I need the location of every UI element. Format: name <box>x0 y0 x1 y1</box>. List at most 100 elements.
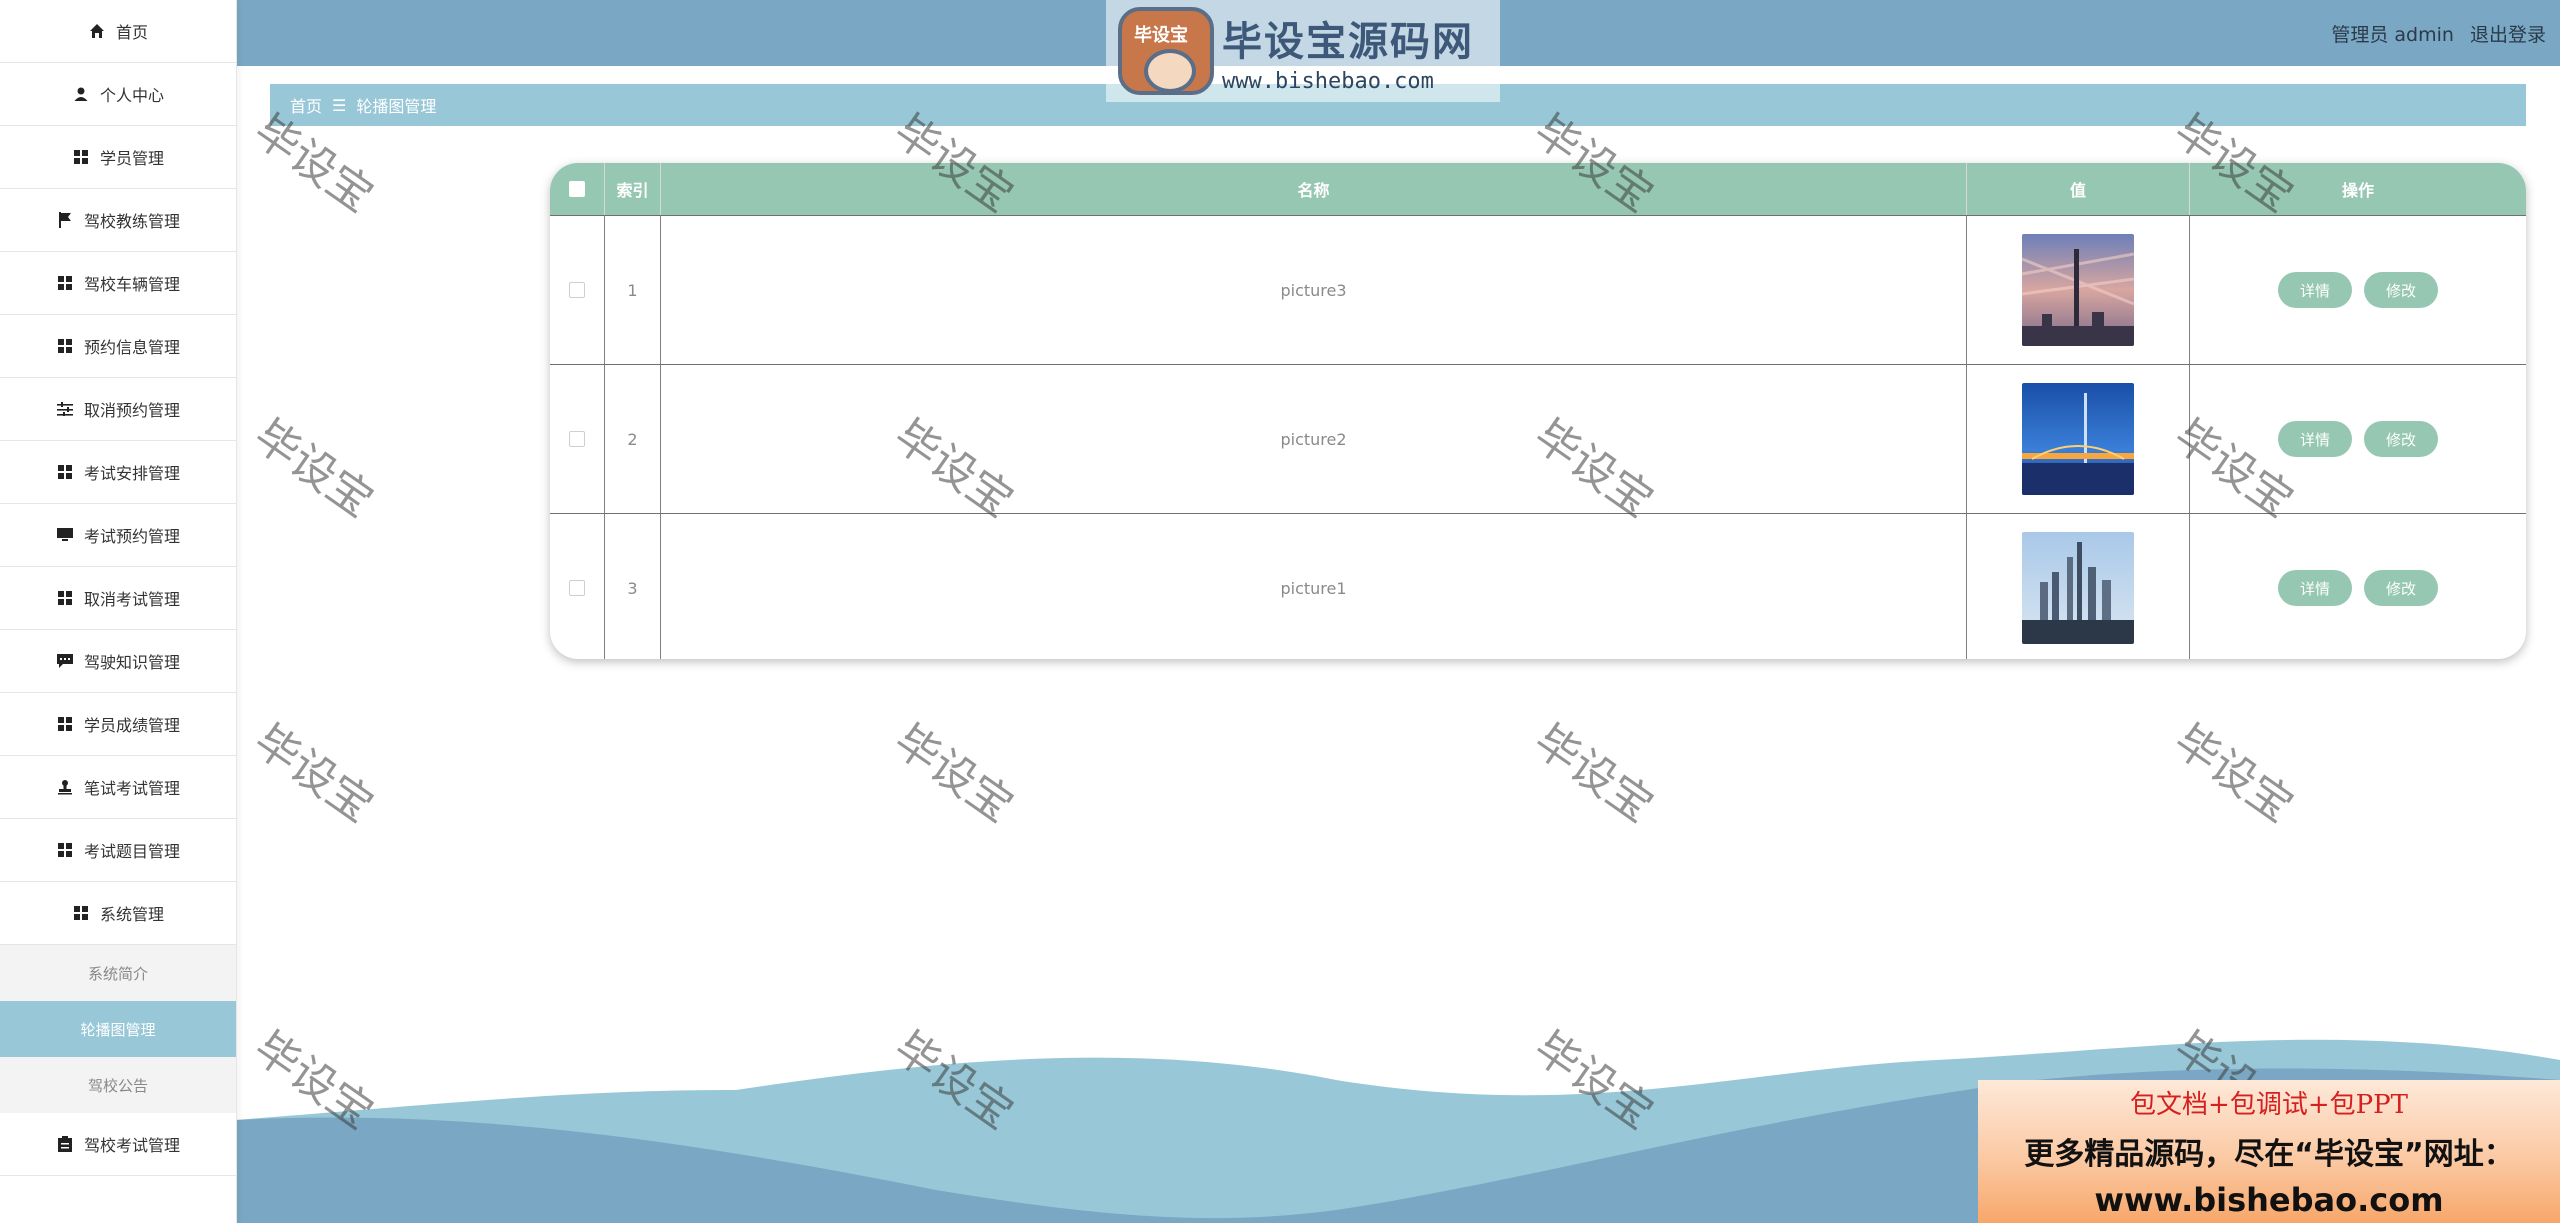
sidebar-item-exam-schedule[interactable]: 考试安排管理 <box>0 441 236 504</box>
select-all-checkbox[interactable] <box>550 163 605 215</box>
sidebar-item-label: 驾校考试管理 <box>83 1136 180 1155</box>
sidebar-item-written-exams[interactable]: 笔试考试管理 <box>0 756 236 819</box>
grid-icon <box>56 337 74 355</box>
header-index: 索引 <box>605 163 661 215</box>
grid-icon <box>56 274 74 292</box>
detail-button[interactable]: 详情 <box>2277 570 2352 606</box>
grid-icon <box>56 589 74 607</box>
sidebar-item-label: 学员成绩管理 <box>83 716 180 735</box>
row-actions: 详情 修改 <box>2190 216 2526 364</box>
row-name: picture3 <box>661 216 1967 364</box>
logout-link[interactable]: 退出登录 <box>2470 24 2546 46</box>
row-index: 1 <box>605 216 661 364</box>
detail-button[interactable]: 详情 <box>2277 272 2352 308</box>
watermark-text: 毕设宝 <box>244 714 383 833</box>
watermark-text: 毕设宝 <box>2164 714 2303 833</box>
carousel-table: 索引 名称 值 操作 1 picture3 详情 修改 2 picture2 详… <box>550 163 2526 659</box>
monitor-icon <box>56 526 74 544</box>
sidebar-item-label: 笔试考试管理 <box>83 779 180 798</box>
user-icon <box>72 85 90 103</box>
ad-line2: 更多精品源码，尽在“毕设宝”网址： <box>2024 1137 2514 1172</box>
sidebar-item-driving-knowledge[interactable]: 驾驶知识管理 <box>0 630 236 693</box>
row-actions: 详情 修改 <box>2190 365 2526 513</box>
ad-line3: www.bishebao.com <box>2094 1181 2444 1219</box>
row-index: 3 <box>605 514 661 659</box>
row-checkbox[interactable] <box>550 216 605 364</box>
stamp-icon <box>56 778 74 796</box>
sidebar-item-system[interactable]: 系统管理 <box>0 882 236 945</box>
thumbnail-image <box>2022 532 2134 644</box>
watermark-text: 毕设宝 <box>884 714 1023 833</box>
home-icon <box>88 22 106 40</box>
sidebar-item-profile[interactable]: 个人中心 <box>0 63 236 126</box>
sidebar-item-label: 考试题目管理 <box>83 842 180 861</box>
row-checkbox[interactable] <box>550 365 605 513</box>
sidebar-item-vehicles[interactable]: 驾校车辆管理 <box>0 252 236 315</box>
user-info: 管理员 admin 退出登录 <box>2331 20 2546 47</box>
sidebar-item-label: 系统管理 <box>99 905 164 924</box>
grid-icon <box>72 148 90 166</box>
submenu-item-announcements[interactable]: 驾校公告 <box>0 1057 236 1113</box>
submenu-item-system-intro[interactable]: 系统简介 <box>0 945 236 1001</box>
watermark-text: 毕设宝 <box>1524 714 1663 833</box>
thumbnail-image <box>2022 234 2134 346</box>
flag-icon <box>56 211 74 229</box>
site-logo-watermark: 毕设宝 毕设宝源码网 www.bishebao.com <box>1106 0 1500 102</box>
clipboard-icon <box>56 1135 74 1153</box>
ad-banner[interactable]: 包文档+包调试+包PPT 更多精品源码，尽在“毕设宝”网址： www.bishe… <box>1978 1080 2560 1223</box>
submenu-item-carousel[interactable]: 轮播图管理 <box>0 1001 236 1057</box>
row-checkbox[interactable] <box>550 514 605 659</box>
breadcrumb-separator-icon: ☰ <box>332 95 347 115</box>
sidebar-item-label: 驾校车辆管理 <box>83 275 180 294</box>
header-name: 名称 <box>661 163 1967 215</box>
header-value: 值 <box>1967 163 2190 215</box>
row-image <box>1967 216 2190 364</box>
ad-line1: 包文档+包调试+包PPT <box>2130 1090 2408 1120</box>
row-image <box>1967 514 2190 659</box>
sidebar-item-exam-reservations[interactable]: 考试预约管理 <box>0 504 236 567</box>
row-name: picture1 <box>661 514 1967 659</box>
logo-badge-icon: 毕设宝 <box>1118 7 1214 95</box>
table-row: 1 picture3 详情 修改 <box>550 215 2526 364</box>
row-image <box>1967 365 2190 513</box>
sidebar-item-students[interactable]: 学员管理 <box>0 126 236 189</box>
sidebar-item-label: 考试安排管理 <box>83 464 180 483</box>
sidebar-item-reservations[interactable]: 预约信息管理 <box>0 315 236 378</box>
sidebar-item-home[interactable]: 首页 <box>0 0 236 63</box>
grid-icon <box>56 841 74 859</box>
row-index: 2 <box>605 365 661 513</box>
logo-title: 毕设宝源码网 <box>1222 18 1474 65</box>
grid-icon <box>72 904 90 922</box>
thumbnail-image <box>2022 383 2134 495</box>
table-row: 2 picture2 详情 修改 <box>550 364 2526 513</box>
sidebar-item-label: 取消预约管理 <box>83 401 180 420</box>
grid-icon <box>56 715 74 733</box>
edit-button[interactable]: 修改 <box>2364 272 2439 308</box>
detail-button[interactable]: 详情 <box>2277 421 2352 457</box>
breadcrumb-current: 轮播图管理 <box>356 97 437 116</box>
table-header: 索引 名称 值 操作 <box>550 163 2526 215</box>
admin-label: 管理员 admin <box>2331 24 2454 46</box>
header-actions: 操作 <box>2341 181 2374 200</box>
sidebar-item-cancel-reservations[interactable]: 取消预约管理 <box>0 378 236 441</box>
edit-button[interactable]: 修改 <box>2364 421 2439 457</box>
sidebar-item-label: 预约信息管理 <box>83 338 180 357</box>
sidebar-item-label: 首页 <box>115 23 148 42</box>
grid-icon <box>56 463 74 481</box>
breadcrumb-home[interactable]: 首页 <box>290 93 322 117</box>
sidebar-item-label: 驾校教练管理 <box>83 212 180 231</box>
sidebar-item-label: 取消考试管理 <box>83 590 180 609</box>
sidebar-item-label: 个人中心 <box>99 86 164 105</box>
sidebar-item-cancel-exams[interactable]: 取消考试管理 <box>0 567 236 630</box>
row-name: picture2 <box>661 365 1967 513</box>
sidebar-item-coaches[interactable]: 驾校教练管理 <box>0 189 236 252</box>
sidebar-item-exam-questions[interactable]: 考试题目管理 <box>0 819 236 882</box>
sidebar-item-student-scores[interactable]: 学员成绩管理 <box>0 693 236 756</box>
row-actions: 详情 修改 <box>2190 514 2526 659</box>
sidebar-item-label: 学员管理 <box>99 149 164 168</box>
sidebar-item-driving-exams[interactable]: 驾校考试管理 <box>0 1113 236 1176</box>
chat-icon <box>56 652 74 670</box>
sliders-icon <box>56 400 74 418</box>
edit-button[interactable]: 修改 <box>2364 570 2439 606</box>
sidebar-item-label: 考试预约管理 <box>83 527 180 546</box>
